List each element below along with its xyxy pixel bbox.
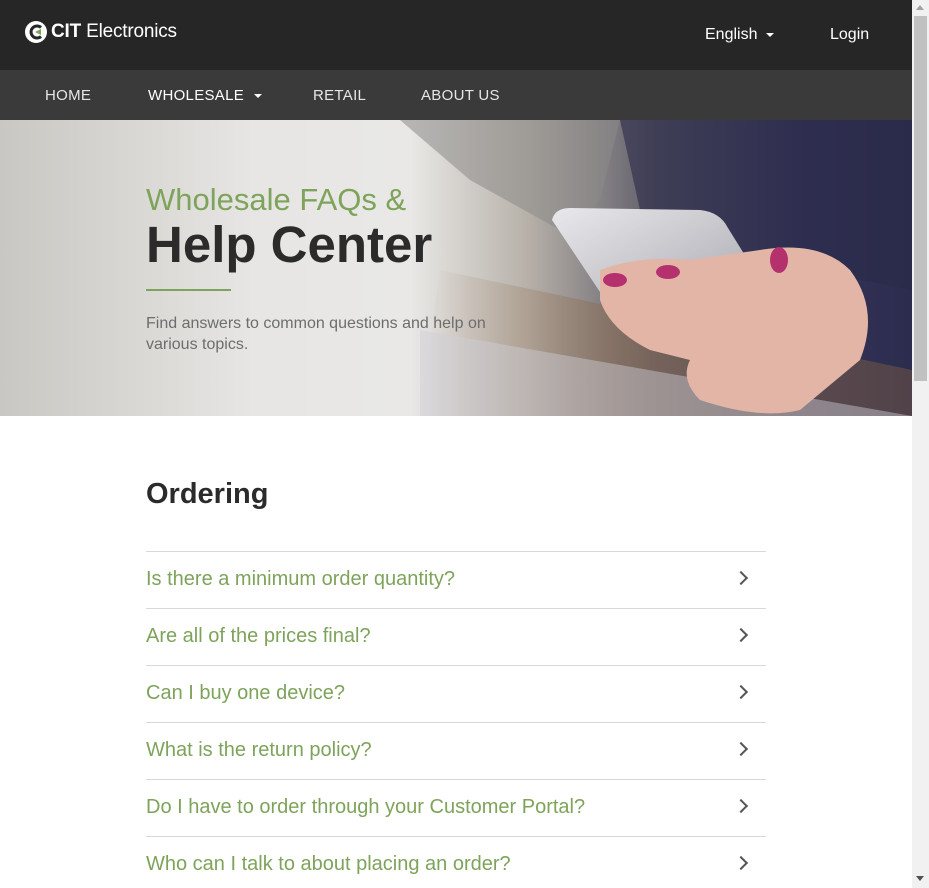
chevron-right-icon bbox=[733, 855, 749, 871]
hero-image bbox=[400, 120, 912, 416]
faq-question: Are all of the prices final? bbox=[146, 625, 371, 647]
chevron-down-icon bbox=[766, 33, 775, 37]
top-bar: CIT Electronics English Login bbox=[0, 0, 912, 70]
faq-item[interactable]: What is the return policy? bbox=[146, 722, 766, 779]
hero-subtitle: Wholesale FAQs & bbox=[146, 182, 407, 217]
chevron-right-icon bbox=[733, 627, 749, 643]
language-selector[interactable]: English bbox=[705, 26, 775, 44]
chevron-right-icon bbox=[733, 684, 749, 700]
page-title: Help Center bbox=[146, 216, 433, 273]
scroll-down-icon[interactable] bbox=[916, 876, 924, 881]
main-nav: HOME WHOLESALE RETAIL ABOUT US bbox=[0, 70, 912, 120]
faq-question: Who can I talk to about placing an order… bbox=[146, 853, 511, 875]
chevron-right-icon bbox=[733, 798, 749, 814]
faq-question: What is the return policy? bbox=[146, 739, 372, 761]
faq-item[interactable]: Are all of the prices final? bbox=[146, 608, 766, 665]
nav-item-about-us[interactable]: ABOUT US bbox=[421, 87, 500, 104]
scroll-up-icon[interactable] bbox=[916, 5, 924, 10]
scroll-thumb[interactable] bbox=[914, 16, 927, 381]
hero-banner: Wholesale FAQs & Help Center Find answer… bbox=[0, 120, 912, 416]
faq-item[interactable]: Do I have to order through your Customer… bbox=[146, 779, 766, 836]
cit-logo-icon bbox=[25, 21, 47, 43]
divider bbox=[146, 289, 231, 291]
chevron-down-icon bbox=[254, 93, 263, 98]
nav-item-wholesale[interactable]: WHOLESALE bbox=[148, 87, 263, 104]
scrollbar[interactable] bbox=[912, 0, 929, 888]
nav-item-retail[interactable]: RETAIL bbox=[313, 87, 366, 104]
nav-item-label: WHOLESALE bbox=[148, 87, 245, 104]
logo-text: CIT Electronics bbox=[51, 21, 177, 42]
language-label: English bbox=[705, 26, 758, 43]
faq-question: Do I have to order through your Customer… bbox=[146, 796, 586, 818]
faq-item[interactable]: Can I buy one device? bbox=[146, 665, 766, 722]
nav-item-home[interactable]: HOME bbox=[45, 87, 91, 104]
faq-question: Is there a minimum order quantity? bbox=[146, 568, 456, 590]
chevron-right-icon bbox=[733, 570, 749, 586]
faq-item[interactable]: Who can I talk to about placing an order… bbox=[146, 836, 766, 888]
chevron-right-icon bbox=[733, 741, 749, 757]
hero-description: Find answers to common questions and hel… bbox=[146, 315, 486, 353]
faq-list: Is there a minimum order quantity? Are a… bbox=[146, 551, 766, 888]
faq-question: Can I buy one device? bbox=[146, 682, 346, 704]
site-logo[interactable]: CIT Electronics bbox=[24, 19, 177, 45]
login-link[interactable]: Login bbox=[830, 26, 869, 44]
section-title: Ordering bbox=[146, 478, 269, 510]
faq-item[interactable]: Is there a minimum order quantity? bbox=[146, 551, 766, 608]
